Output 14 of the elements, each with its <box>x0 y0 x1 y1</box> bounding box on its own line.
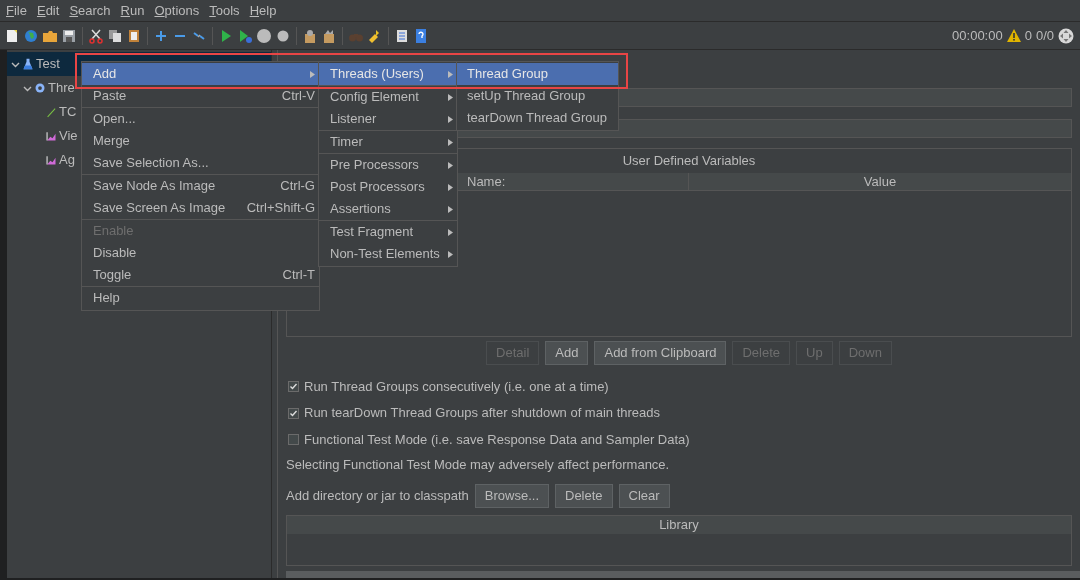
table-title: User Defined Variables <box>622 151 756 170</box>
shortcut-label: Ctrl-V <box>280 87 315 106</box>
checkbox-label: Functional Test Mode (i.e. save Response Data and Sampler Data) <box>304 430 690 449</box>
column-header: Value <box>862 172 898 190</box>
warning-note: Selecting Functional Test Mode may adversely affect performance. <box>286 456 671 475</box>
classpath-label: Add directory or jar to classpath <box>286 487 469 506</box>
warning-count: 0 <box>1024 26 1032 45</box>
checkbox-label: Run tearDown Thread Groups after shutdown of main threads <box>304 404 660 423</box>
shortcut-label: Ctrl-T <box>281 266 315 285</box>
column-header: Library <box>287 515 1071 534</box>
elapsed-time: 00:00:00 <box>952 26 1003 45</box>
shortcut-label: Ctrl+Shift-G <box>245 199 315 218</box>
thread-count: 0/0 <box>1035 26 1054 45</box>
checkbox-label: Run Thread Groups consecutively (i.e. one at a time) <box>304 377 609 396</box>
